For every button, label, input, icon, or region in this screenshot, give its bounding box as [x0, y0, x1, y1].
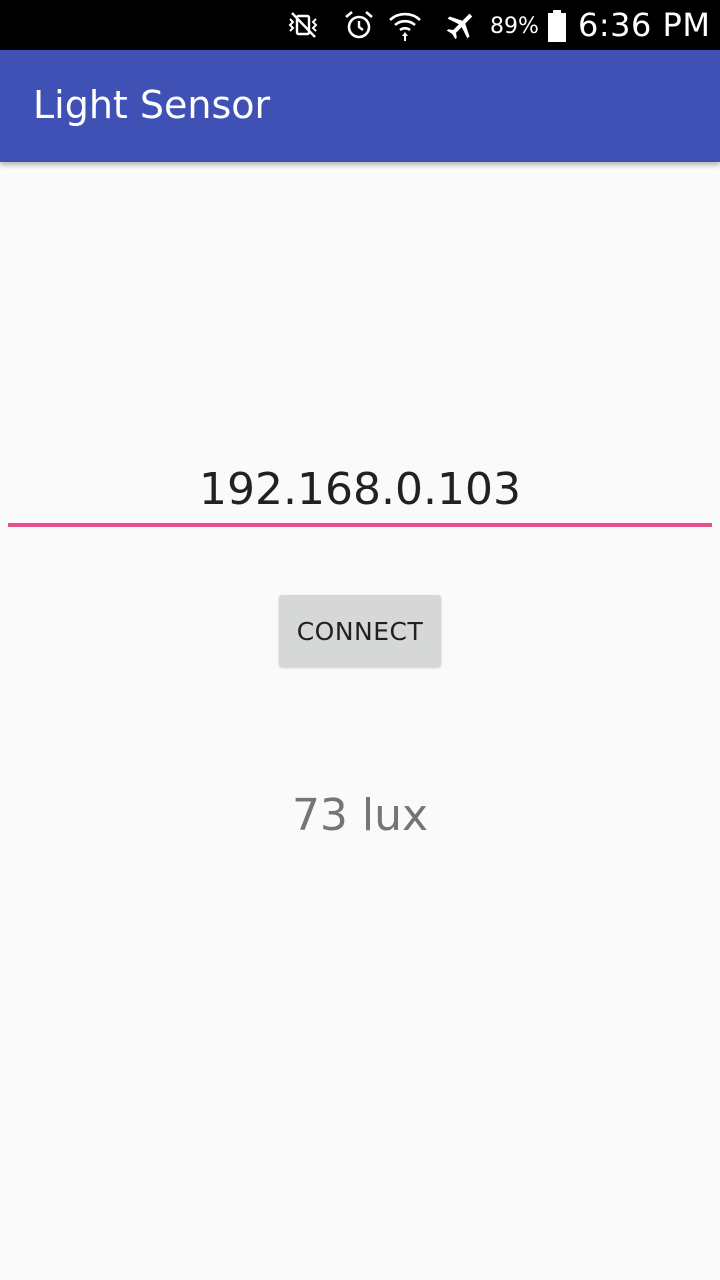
app-title: Light Sensor [33, 83, 271, 127]
vibrate-mute-icon [286, 8, 320, 42]
battery-percentage: 89% [490, 14, 539, 39]
alarm-icon [342, 8, 376, 42]
battery-icon [547, 10, 567, 42]
wifi-icon [388, 8, 422, 42]
status-bar: 89% 6:36 PM [0, 0, 720, 50]
connect-button[interactable]: CONNECT [279, 595, 441, 667]
airplane-mode-icon [444, 8, 478, 42]
clock: 6:36 PM [578, 6, 711, 44]
lux-reading: 73 lux [291, 790, 429, 841]
app-bar: Light Sensor [0, 50, 720, 162]
ip-address-input[interactable] [8, 455, 712, 527]
